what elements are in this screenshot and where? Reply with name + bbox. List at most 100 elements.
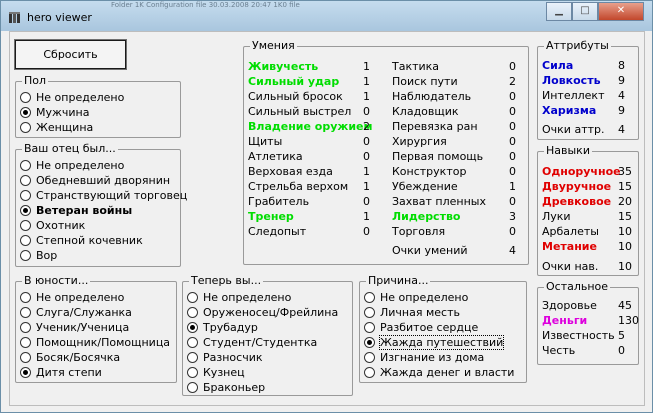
gender-option[interactable]: Женщина: [20, 120, 93, 134]
skill-value: 0: [509, 135, 516, 148]
father-option[interactable]: Вор: [20, 248, 57, 262]
proficiency-label: Одноручное: [542, 165, 621, 178]
father-option[interactable]: Обедневший дворянин: [20, 173, 170, 187]
attribute-value: 4: [618, 89, 625, 102]
father-option[interactable]: Странствующий торговец: [20, 188, 187, 202]
proficiency-value: 35: [618, 165, 632, 178]
reason-option[interactable]: Жажда денег и власти: [364, 365, 514, 379]
other-label: Известность: [542, 329, 615, 342]
radio-icon: [20, 249, 31, 261]
close-button[interactable]: ✕: [598, 2, 644, 21]
father-option[interactable]: Ветеран войны: [20, 203, 132, 217]
radio-icon: [364, 321, 375, 333]
proficiency-label: Луки: [542, 210, 571, 223]
father-option[interactable]: Охотник: [20, 218, 85, 232]
now-option[interactable]: Не определено: [187, 290, 291, 304]
radio-icon: [364, 351, 375, 363]
reason-option[interactable]: Изгнание из дома: [364, 350, 484, 364]
background-window-text: Folder 1K Configuration file 30.03.2008 …: [111, 1, 300, 9]
skill-label: Живучесть: [248, 60, 319, 73]
skill-label: Следопыт: [248, 225, 307, 238]
minimize-icon: ▁: [555, 5, 563, 16]
proficiency-value: 10: [618, 240, 632, 253]
skill-label: Убеждение: [392, 180, 458, 193]
now-option[interactable]: Кузнец: [187, 365, 245, 379]
attributes-legend: Аттрибуты: [544, 39, 611, 53]
other-value: 130: [618, 314, 639, 327]
now-option[interactable]: Трубадур: [187, 320, 258, 334]
skill-value: 1: [363, 180, 370, 193]
youth-option[interactable]: Босяк/Босячка: [20, 350, 120, 364]
radio-selected-icon: [20, 204, 31, 216]
attribute-value: 9: [618, 104, 625, 117]
now-option[interactable]: Студент/Студентка: [187, 335, 317, 349]
now-option[interactable]: Оруженосец/Фрейлина: [187, 305, 338, 319]
radio-icon: [364, 306, 375, 318]
youth-option[interactable]: Не определено: [20, 290, 124, 304]
radio-icon: [187, 291, 198, 303]
radio-icon: [20, 321, 31, 333]
proficiency-label: Метание: [542, 240, 597, 253]
title-bar[interactable]: Folder 1K Configuration file 30.03.2008 …: [1, 1, 652, 31]
reason-group: Причина... Не определено Личная месть Ра…: [359, 274, 527, 383]
skill-value: 0: [509, 90, 516, 103]
other-value: 5: [618, 329, 625, 342]
skill-value: 2: [363, 120, 370, 133]
radio-icon: [20, 174, 31, 186]
reason-option[interactable]: Личная месть: [364, 305, 460, 319]
reset-button[interactable]: Сбросить: [14, 39, 127, 70]
gender-option[interactable]: Не определено: [20, 90, 124, 104]
maximize-button[interactable]: □: [572, 2, 598, 21]
skill-label: Перевязка ран: [392, 120, 478, 133]
youth-option[interactable]: Слуга/Служанка: [20, 305, 132, 319]
app-icon: [9, 12, 20, 23]
skill-label: Грабитель: [248, 195, 310, 208]
radio-icon: [20, 336, 31, 348]
skill-label: Сильный бросок: [248, 90, 343, 103]
skill-value: 0: [363, 225, 370, 238]
now-option[interactable]: Разносчик: [187, 350, 263, 364]
minimize-button[interactable]: ▁: [546, 2, 572, 21]
skill-label: Тактика: [392, 60, 440, 73]
attribute-label: Харизма: [542, 104, 597, 117]
other-value: 45: [618, 299, 632, 312]
radio-icon: [20, 291, 31, 303]
youth-option[interactable]: Помощник/Помощница: [20, 335, 170, 349]
skill-label: Первая помощь: [392, 150, 484, 163]
radio-icon: [20, 306, 31, 318]
skill-value: 1: [363, 75, 370, 88]
radio-icon: [20, 189, 31, 201]
other-label: Деньги: [542, 314, 588, 327]
father-group: Ваш отец был... Не определено Обедневший…: [15, 142, 187, 267]
other-label: Здоровье: [542, 299, 597, 312]
reason-option[interactable]: Разбитое сердце: [364, 320, 478, 334]
skill-value: 0: [363, 195, 370, 208]
radio-icon: [187, 306, 198, 318]
now-legend: Теперь вы...: [189, 274, 264, 288]
reason-option[interactable]: Не определено: [364, 290, 468, 304]
skill-value: 0: [509, 225, 516, 238]
skill-value: 0: [363, 150, 370, 163]
radio-icon: [20, 121, 31, 133]
youth-option[interactable]: Ученик/Ученица: [20, 320, 129, 334]
skill-label: Захват пленных: [392, 195, 486, 208]
father-option[interactable]: Не определено: [20, 158, 124, 172]
reason-option[interactable]: Жажда путешествий: [364, 334, 505, 350]
skill-label: Атлетика: [248, 150, 303, 163]
skill-label: Наблюдатель: [392, 90, 472, 103]
radio-icon: [20, 219, 31, 231]
skill-value: 0: [363, 105, 370, 118]
proficiency-label: Арбалеты: [542, 225, 599, 238]
skill-label: Торговля: [392, 225, 446, 238]
youth-option[interactable]: Дитя степи: [20, 365, 102, 379]
skill-value: 0: [509, 60, 516, 73]
skill-value: 2: [509, 75, 516, 88]
father-option[interactable]: Степной кочевник: [20, 233, 143, 247]
radio-selected-icon: [364, 336, 375, 348]
other-legend: Остальное: [544, 280, 611, 294]
proficiency-value: 15: [618, 180, 632, 193]
gender-option[interactable]: Мужчина: [20, 105, 90, 119]
radio-icon: [20, 234, 31, 246]
now-option[interactable]: Браконьер: [187, 380, 265, 394]
skill-label: Тренер: [248, 210, 294, 223]
